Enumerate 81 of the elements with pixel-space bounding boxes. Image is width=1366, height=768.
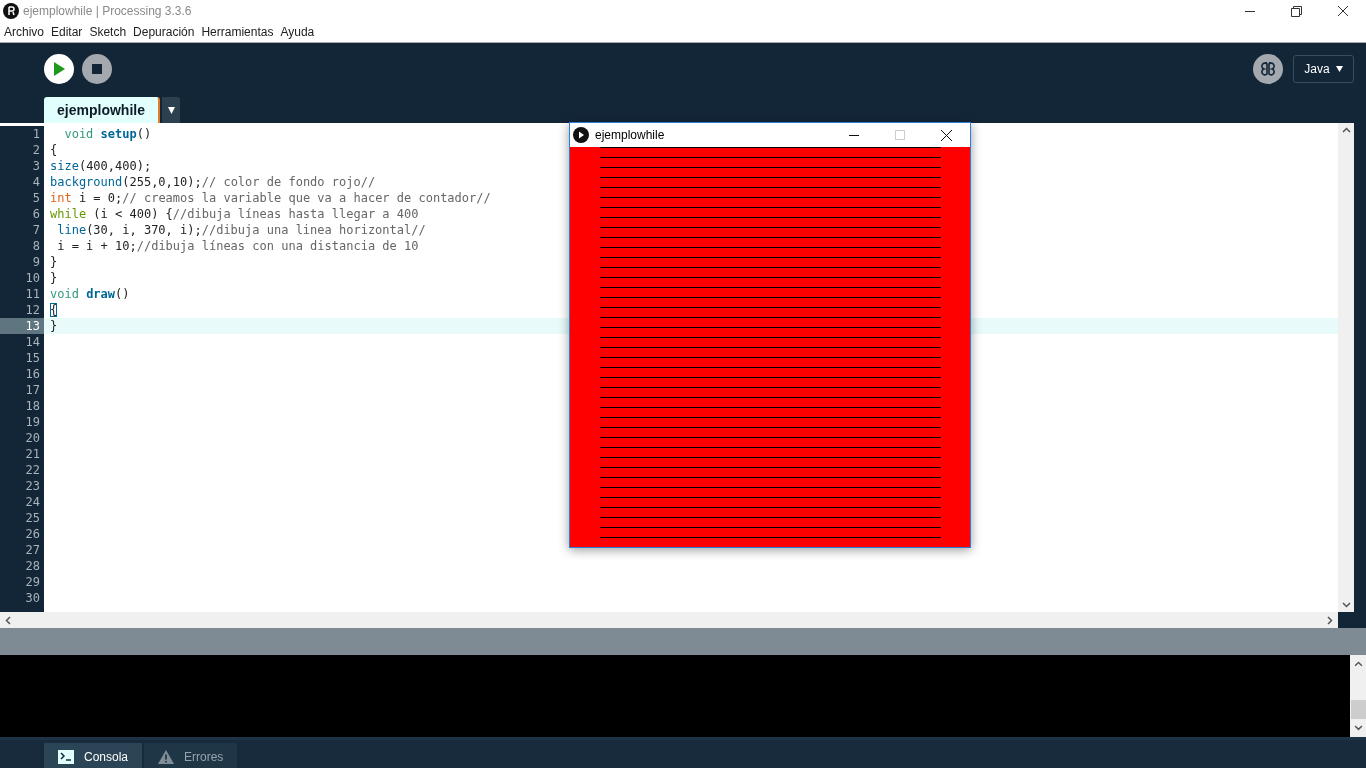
restore-icon[interactable]	[1291, 5, 1302, 17]
tab-menu-button[interactable]	[162, 97, 180, 123]
warning-icon	[158, 750, 175, 764]
line-number: 4	[32, 175, 40, 189]
scroll-right-icon[interactable]	[1327, 615, 1333, 625]
play-icon	[53, 62, 65, 76]
sketch-window-title: ejemplowhile	[595, 127, 665, 144]
line-number: 18	[25, 399, 40, 413]
line-number: 27	[25, 543, 40, 557]
scroll-up-icon[interactable]	[1341, 127, 1351, 133]
scroll-down-icon[interactable]	[1341, 602, 1351, 608]
file-tab[interactable]: ejemplowhile	[44, 97, 160, 123]
code-line: background(255,0,10);// color de fondo rojo//	[50, 175, 376, 189]
maximize-icon	[895, 130, 905, 140]
stop-icon	[92, 64, 102, 74]
menu-item[interactable]: Ayuda	[280, 23, 315, 41]
console-tab[interactable]: Consola	[44, 743, 143, 768]
line-number: 12	[25, 303, 40, 317]
line-number: 5	[32, 191, 40, 205]
line-number: 20	[25, 431, 40, 445]
menu-item[interactable]: Sketch	[89, 23, 127, 41]
line-number: 30	[25, 591, 40, 605]
code-line: {	[50, 143, 58, 157]
menu-item[interactable]: Editar	[51, 23, 83, 41]
line-number: 26	[25, 527, 40, 541]
line-number: 21	[25, 447, 40, 461]
code-line: while (i < 400) {//dibuja líneas hasta llegar a 400	[50, 207, 419, 221]
line-number: 29	[25, 575, 40, 589]
debug-button[interactable]	[1253, 54, 1283, 84]
line-number: 10	[25, 271, 40, 285]
line-number: 8	[32, 239, 40, 253]
line-number: 25	[25, 511, 40, 525]
close-icon[interactable]	[1338, 6, 1348, 16]
line-number: 14	[25, 335, 40, 349]
line-number: 24	[25, 495, 40, 509]
stop-button[interactable]	[82, 54, 112, 84]
app-logo-icon	[3, 3, 19, 19]
line-number: 15	[25, 351, 40, 365]
run-button[interactable]	[44, 54, 74, 84]
line-number: 28	[25, 559, 40, 573]
minimize-icon[interactable]	[1245, 10, 1255, 12]
line-number: 7	[32, 223, 40, 237]
code-line: line(30, i, 370, i);//dibuja una linea horizontal//	[56, 223, 426, 237]
caret-icon	[1335, 66, 1343, 72]
code-line: }	[50, 319, 58, 333]
code-line: void setup()	[63, 127, 152, 141]
menu-item[interactable]: Herramientas	[201, 23, 274, 41]
code-line: size(400,400);	[50, 159, 152, 173]
scroll-left-icon[interactable]	[5, 615, 11, 625]
line-number: 2	[32, 143, 40, 157]
butterfly-icon	[1260, 61, 1276, 77]
code-line: void draw()	[50, 287, 130, 301]
mode-dropdown[interactable]: Java	[1293, 55, 1354, 83]
line-number: 11	[25, 287, 40, 301]
play-icon	[573, 127, 589, 143]
scroll-up-icon[interactable]	[1353, 661, 1363, 667]
line-number: 6	[32, 207, 40, 221]
line-number: 9	[32, 255, 40, 269]
line-number: 22	[25, 463, 40, 477]
code-line: {	[50, 303, 58, 317]
code-line: i = i + 10;//dibuja líneas con una distancia de 10	[56, 239, 419, 253]
menu-item[interactable]: Depuración	[133, 23, 195, 41]
scroll-thumb[interactable]	[1350, 699, 1366, 720]
line-number: 1	[32, 127, 40, 141]
code-line: }	[50, 255, 58, 269]
line-number: 23	[25, 479, 40, 493]
line-number: 16	[25, 367, 40, 381]
line-number: 19	[25, 415, 40, 429]
caret-icon	[167, 106, 175, 114]
line-number: 3	[32, 159, 40, 173]
window-title: ejemplowhile | Processing 3.3.6	[23, 3, 192, 20]
line-number: 17	[25, 383, 40, 397]
minimize-icon[interactable]	[849, 134, 859, 136]
close-icon[interactable]	[941, 129, 952, 141]
menu-item[interactable]: Archivo	[4, 23, 44, 41]
code-line: }	[50, 271, 58, 285]
terminal-icon	[58, 750, 74, 764]
line-number: 13	[25, 319, 40, 333]
code-line: int i = 0;// creamos la variable que va a hacer de contador//	[50, 191, 491, 205]
scroll-down-icon[interactable]	[1353, 725, 1363, 731]
console-tab[interactable]: Errores	[144, 743, 238, 768]
